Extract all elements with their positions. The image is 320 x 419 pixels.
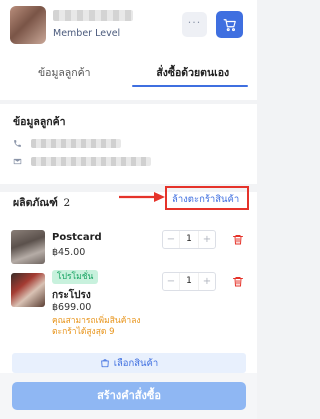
mail-icon [13, 158, 22, 164]
decrease-button[interactable]: − [163, 231, 179, 248]
header: Member Level ··· ข้อมูลลูกค้า สั่งซื้อด้… [0, 0, 257, 100]
product-price: ฿699.00 [52, 302, 92, 313]
phone-icon [14, 139, 21, 147]
cart-button[interactable] [216, 11, 243, 38]
clear-cart-link[interactable]: ล้างตะกร้าสินค้า [172, 192, 239, 207]
quantity-stepper[interactable]: − 1 + [162, 230, 216, 249]
product-thumbnail [11, 230, 45, 264]
increase-button[interactable]: + [199, 231, 215, 248]
avatar [10, 6, 46, 44]
customer-email-redacted [31, 156, 151, 166]
max-quantity-note: คุณสามารถเพิ่มสินค้าลงตะกร้าได้สูงสุด 9 [52, 316, 141, 337]
decrease-button[interactable]: − [163, 273, 179, 290]
select-products-label: เลือกสินค้า [113, 357, 159, 369]
active-tab-indicator [132, 85, 248, 87]
quantity-value[interactable]: 1 [179, 231, 199, 248]
customer-section-title: ข้อมูลลูกค้า [13, 116, 66, 128]
product-name: กระโปรง [52, 290, 91, 301]
product-price: ฿45.00 [52, 247, 86, 258]
customer-card: ข้อมูลลูกค้า [0, 104, 257, 184]
create-order-button[interactable]: สร้างคำสั่งซื้อ [12, 382, 246, 410]
product-name: Postcard [52, 232, 102, 243]
products-count: 2 [63, 197, 71, 209]
member-level: Member Level [53, 28, 121, 39]
tab-customer-info[interactable]: ข้อมูลลูกค้า [0, 58, 129, 92]
more-button[interactable]: ··· [182, 12, 207, 37]
select-products-button[interactable]: เลือกสินค้า [12, 353, 246, 373]
customer-phone-row [13, 136, 213, 150]
trash-icon[interactable] [232, 275, 244, 288]
shopping-bag-icon [100, 359, 109, 368]
cart-icon [223, 18, 236, 31]
quantity-value[interactable]: 1 [179, 273, 199, 290]
user-name-redacted [53, 10, 133, 21]
products-section-title: ผลิตภัณฑ์ 2 [13, 194, 70, 211]
products-title-label: ผลิตภัณฑ์ [13, 197, 58, 209]
red-arrow-annotation [119, 192, 165, 202]
increase-button[interactable]: + [199, 273, 215, 290]
trash-icon[interactable] [232, 233, 244, 246]
product-thumbnail [11, 273, 45, 307]
promotion-badge: โปรโมชั่น [52, 270, 99, 284]
quantity-stepper[interactable]: − 1 + [162, 272, 216, 291]
customer-email-row [13, 154, 213, 168]
bottom-bar: สร้างคำสั่งซื้อ [0, 373, 257, 419]
customer-phone-redacted [31, 138, 121, 148]
